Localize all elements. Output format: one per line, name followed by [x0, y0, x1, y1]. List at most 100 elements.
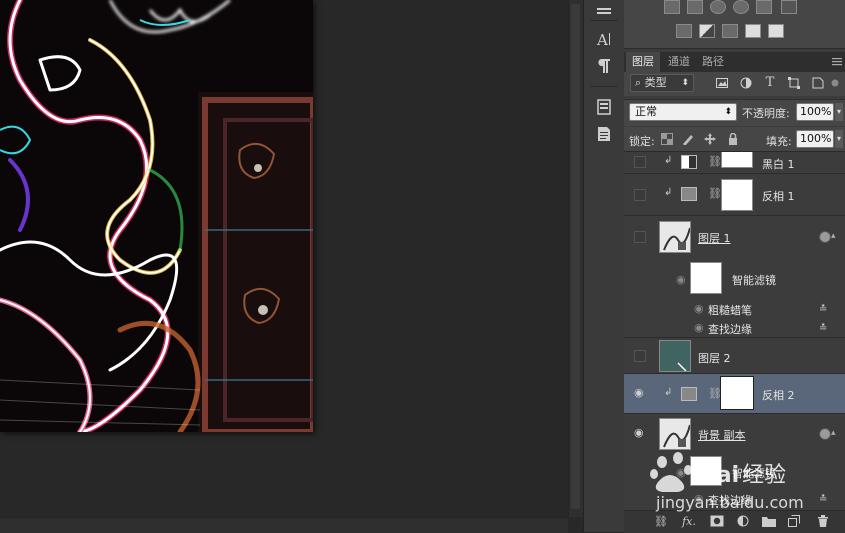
mask-icon[interactable]: [710, 515, 724, 529]
levels-adjust-icon[interactable]: [664, 0, 680, 14]
notes-panel-icon[interactable]: [591, 123, 617, 145]
gradient-map-icon[interactable]: [745, 24, 761, 38]
filter-name[interactable]: 查找边缘: [708, 321, 752, 337]
svg-text:Bai: Bai: [700, 463, 739, 488]
fx-icon[interactable]: fx.: [682, 515, 696, 529]
pixel-filter-icon[interactable]: [716, 77, 728, 89]
filter-row-rough-pastels[interactable]: ◉ 粗糙蜡笔 ≛: [624, 300, 845, 318]
kind-filter-select[interactable]: ⌕ 类型 ⬍: [630, 74, 694, 92]
svg-text:jingyan.baidu.com: jingyan.baidu.com: [655, 493, 804, 512]
tab-layers[interactable]: 图层: [626, 52, 660, 72]
layer-name[interactable]: 背景 副本: [698, 427, 746, 443]
fill-input[interactable]: 100%: [796, 130, 834, 148]
trash-icon[interactable]: [816, 515, 830, 529]
paragraph-panel-icon[interactable]: [591, 55, 617, 77]
tab-paths[interactable]: 路径: [696, 52, 730, 72]
layer-name[interactable]: 反相 1: [762, 188, 795, 204]
character-panel-icon[interactable]: A: [591, 28, 617, 50]
lock-label: 锁定:: [629, 135, 655, 148]
canvas-area[interactable]: [0, 0, 568, 533]
expand-arrow-icon[interactable]: ▴: [831, 428, 841, 438]
fill-dropdown-arrow[interactable]: ▾: [835, 130, 843, 148]
color-balance-icon[interactable]: [710, 0, 726, 14]
smart-object-badge: [819, 428, 831, 440]
filter-row-find-edges[interactable]: ◉ 查找边缘 ≛: [624, 318, 845, 338]
black-white-adjust-icon: [681, 155, 697, 169]
layer-row-invert-1[interactable]: ↲ ⛓ 反相 1: [624, 174, 845, 216]
visibility-toggle[interactable]: [634, 350, 646, 362]
lock-position-icon[interactable]: [704, 133, 716, 145]
filter-mask-thumbnail[interactable]: [690, 262, 722, 294]
color-lookup-icon[interactable]: [781, 0, 797, 14]
svg-text:经验: 经验: [742, 463, 786, 488]
blend-mode-select[interactable]: 正常 ⬍: [629, 103, 737, 121]
invert-adjust-icon[interactable]: [676, 24, 692, 38]
layer-filter-row: ⌕ 类型 ⬍ T: [624, 72, 845, 96]
smart-filters-label[interactable]: 智能滤镜: [732, 272, 776, 288]
filter-blending-options-icon[interactable]: ≛: [819, 323, 831, 334]
smart-object-filter-icon[interactable]: [812, 77, 824, 89]
blend-row: 正常 ⬍ 不透明度: 100% ▾: [624, 99, 845, 126]
lock-row: 锁定: 填充: 100% ▾: [624, 127, 845, 152]
library-panel-icon[interactable]: [591, 96, 617, 118]
layer-row-background-copy[interactable]: ◉ 背景 副本 ▴: [624, 414, 845, 454]
lock-all-icon[interactable]: [727, 132, 739, 145]
filter-name[interactable]: 粗糙蜡笔: [708, 302, 752, 318]
posterize-icon[interactable]: [699, 24, 715, 38]
baidu-paw-logo: Bai 经验 jingyan.baidu.com: [650, 452, 804, 512]
layer-name[interactable]: 黑白 1: [762, 156, 795, 172]
eye-icon[interactable]: ◉: [676, 274, 690, 285]
layer-name[interactable]: 图层 2: [698, 350, 731, 366]
properties-panel-icon[interactable]: [591, 0, 617, 22]
horizontal-scrollbar[interactable]: [0, 517, 568, 533]
link-chain-icon[interactable]: ⛓: [708, 387, 722, 400]
layer-row-black-white-1[interactable]: ↲ ⛓ 黑白 1: [624, 152, 845, 174]
visibility-toggle[interactable]: [634, 156, 646, 168]
layer-row-layer-2[interactable]: 图层 2: [624, 338, 845, 374]
adjustment-icon[interactable]: [736, 515, 750, 529]
scrollbar-thumb[interactable]: [571, 4, 580, 509]
visibility-toggle[interactable]: [634, 189, 646, 201]
panel-menu-icon[interactable]: [832, 58, 842, 66]
search-icon: ⌕: [635, 76, 645, 89]
blend-mode-value: 正常: [635, 105, 657, 118]
visibility-toggle[interactable]: [634, 231, 646, 243]
smart-filters-row[interactable]: ◉ 智能滤镜: [624, 258, 845, 300]
eye-icon[interactable]: ◉: [694, 322, 708, 333]
vibrance-adjust-icon[interactable]: [756, 0, 772, 14]
expand-arrow-icon[interactable]: ▴: [831, 231, 841, 241]
filter-blending-options-icon[interactable]: ≛: [819, 304, 831, 315]
eye-icon[interactable]: ◉: [634, 427, 648, 438]
filter-toggle[interactable]: [830, 77, 840, 89]
lock-transparent-icon[interactable]: [661, 133, 673, 145]
shape-filter-icon[interactable]: [788, 77, 800, 89]
opacity-dropdown-arrow[interactable]: ▾: [835, 103, 843, 121]
layer-name[interactable]: 反相 2: [762, 387, 795, 403]
new-layer-icon[interactable]: [787, 515, 801, 529]
layer-name[interactable]: 图层 1: [698, 230, 731, 246]
smart-object-badge: [819, 231, 831, 243]
eye-icon[interactable]: ◉: [694, 303, 708, 314]
link-chain-icon[interactable]: ⛓: [708, 187, 722, 200]
folder-icon[interactable]: [762, 515, 776, 529]
link-chain-icon[interactable]: ⛓: [708, 155, 722, 168]
selective-color-icon[interactable]: [768, 24, 784, 38]
curves-adjust-icon[interactable]: [687, 0, 703, 14]
document-image[interactable]: [0, 0, 313, 432]
eye-icon[interactable]: ◉: [634, 387, 648, 398]
threshold-icon[interactable]: [722, 24, 738, 38]
lock-pixels-icon[interactable]: [682, 133, 694, 146]
adjustment-filter-icon[interactable]: [740, 77, 752, 89]
hue-saturation-icon[interactable]: [733, 0, 749, 14]
vertical-scrollbar[interactable]: [568, 0, 583, 517]
layer-row-layer-1[interactable]: 图层 1 ▴: [624, 216, 845, 258]
layer-mask-thumbnail[interactable]: [721, 152, 753, 168]
tab-channels[interactable]: 通道: [662, 52, 696, 72]
layer-row-invert-2[interactable]: ◉ ↲ ⛓ 反相 2: [624, 374, 845, 414]
clip-arrow-icon: ↲: [664, 155, 673, 166]
layer-mask-thumbnail[interactable]: [720, 376, 754, 410]
type-filter-icon[interactable]: T: [764, 76, 776, 89]
layer-mask-thumbnail[interactable]: [721, 179, 753, 211]
link-icon[interactable]: ⛓: [654, 515, 668, 529]
opacity-input[interactable]: 100%: [796, 103, 834, 121]
